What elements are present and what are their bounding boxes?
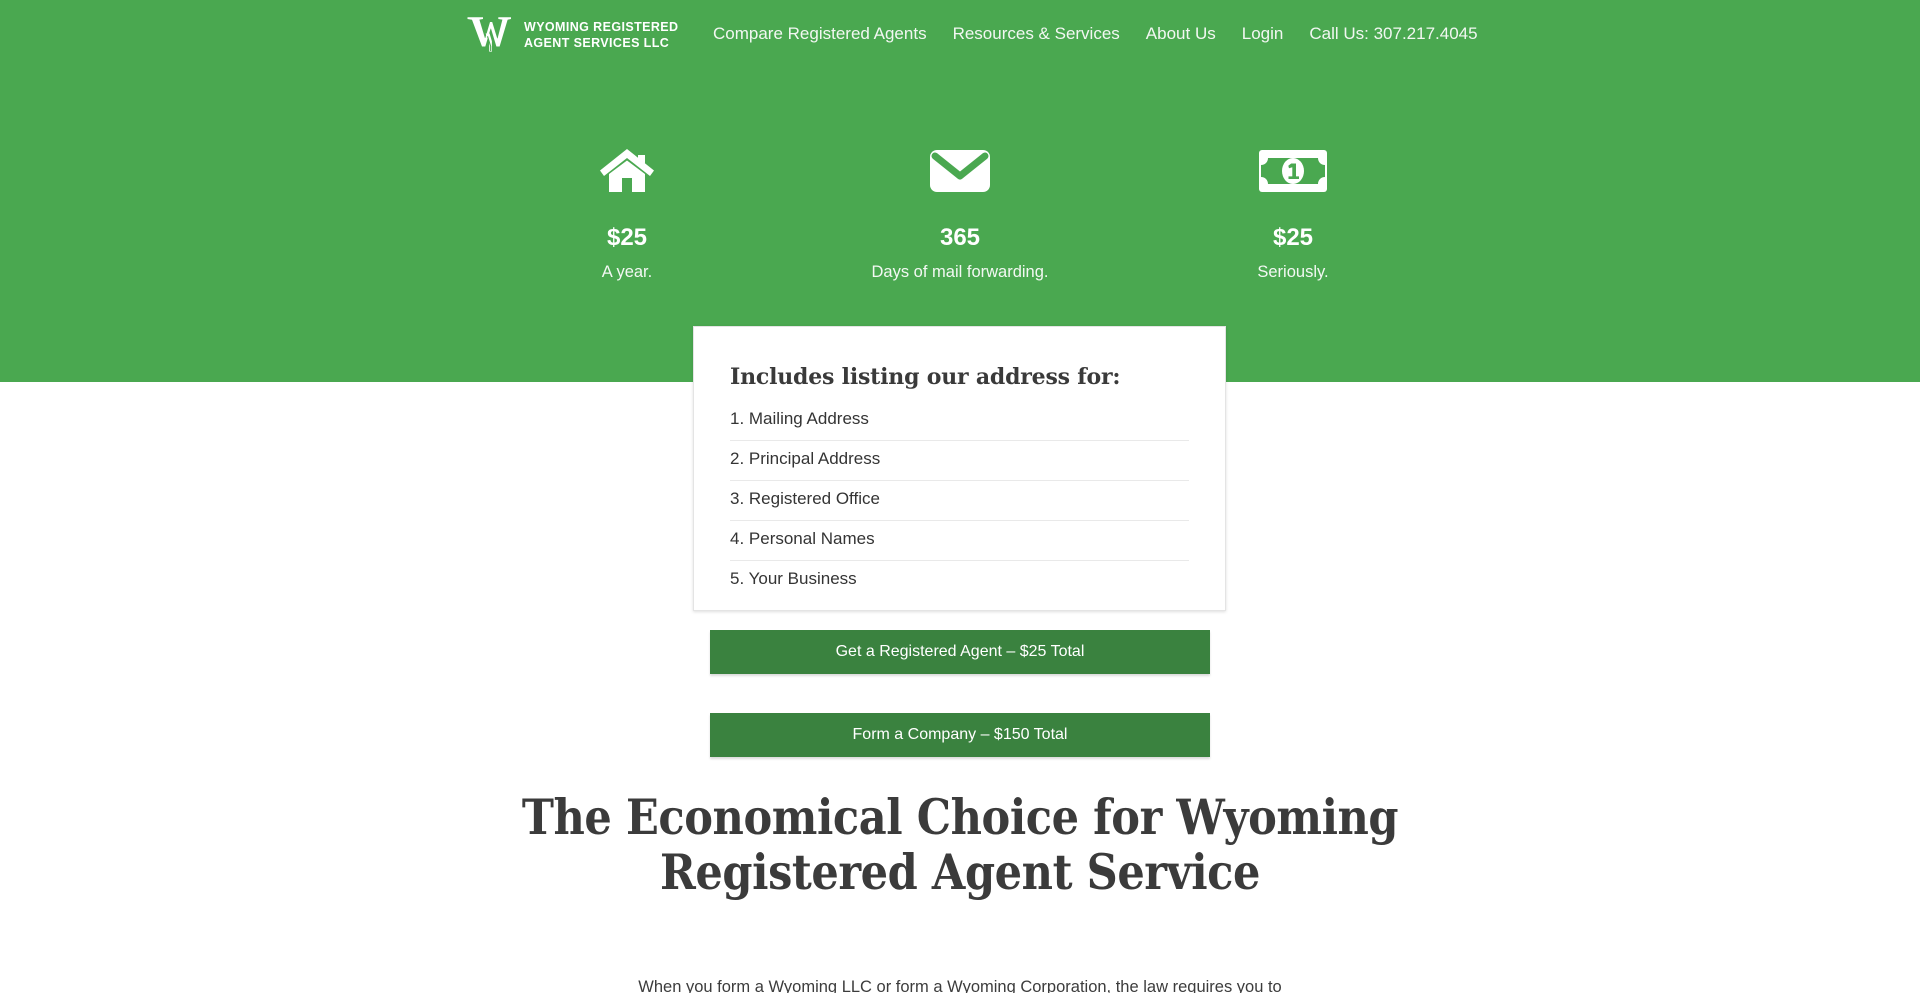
- feature-price-total: $25 Seriously.: [1127, 140, 1460, 283]
- w-monogram-logo-icon: [466, 13, 514, 55]
- hero-feature-stats: $25 A year. 365 Days of mail forwarding.: [0, 140, 1920, 283]
- get-registered-agent-button[interactable]: Get a Registered Agent – $25 Total: [710, 630, 1210, 674]
- form-a-company-button[interactable]: Form a Company – $150 Total: [710, 713, 1210, 757]
- nav-about-us[interactable]: About Us: [1133, 22, 1229, 46]
- feature-value: $25: [1272, 224, 1314, 251]
- feature-caption: Seriously.: [1257, 263, 1329, 281]
- home-icon: [461, 140, 794, 202]
- list-item: 5. Your Business: [730, 569, 857, 589]
- feature-value: $25: [606, 224, 648, 251]
- nav-call-us[interactable]: Call Us: 307.217.4045: [1296, 22, 1477, 46]
- envelope-icon: [794, 140, 1127, 202]
- cta-button-group: Get a Registered Agent – $25 Total Form …: [710, 630, 1210, 757]
- feature-price-per-year: $25 A year.: [461, 140, 794, 283]
- page-root: WYOMING REGISTERED AGENT SERVICES LLC Co…: [0, 0, 1920, 993]
- brand-logo-link[interactable]: WYOMING REGISTERED AGENT SERVICES LLC: [466, 13, 678, 55]
- site-header: WYOMING REGISTERED AGENT SERVICES LLC Co…: [0, 0, 1920, 68]
- money-bill-icon: [1127, 140, 1460, 202]
- list-item: 3. Registered Office: [730, 481, 1189, 522]
- includes-address-card: Includes listing our address for: 1. Mai…: [693, 326, 1226, 611]
- list-item: 4. Personal Names: [730, 521, 1189, 562]
- nav-compare-registered-agents[interactable]: Compare Registered Agents: [700, 22, 940, 46]
- brand-name-text: WYOMING REGISTERED AGENT SERVICES LLC: [524, 19, 679, 50]
- intro-paragraph: When you form a Wyoming LLC or form a Wy…: [638, 978, 1282, 993]
- list-item: 2. Principal Address: [730, 441, 1189, 482]
- nav-login[interactable]: Login: [1229, 22, 1297, 46]
- feature-caption: A year.: [601, 263, 653, 281]
- feature-caption: Days of mail forwarding.: [871, 263, 1049, 281]
- nav-resources-services[interactable]: Resources & Services: [940, 22, 1133, 46]
- feature-value: 365: [939, 224, 981, 251]
- feature-mail-forwarding-days: 365 Days of mail forwarding.: [794, 140, 1127, 283]
- page-title: The Economical Choice for Wyoming Regist…: [521, 788, 1399, 901]
- address-usage-list: 1. Mailing Address 2. Principal Address …: [730, 408, 1189, 600]
- list-item: 1. Mailing Address: [730, 408, 1189, 442]
- card-title: Includes listing our address for:: [730, 364, 1121, 390]
- main-navigation: Compare Registered Agents Resources & Se…: [700, 22, 1478, 46]
